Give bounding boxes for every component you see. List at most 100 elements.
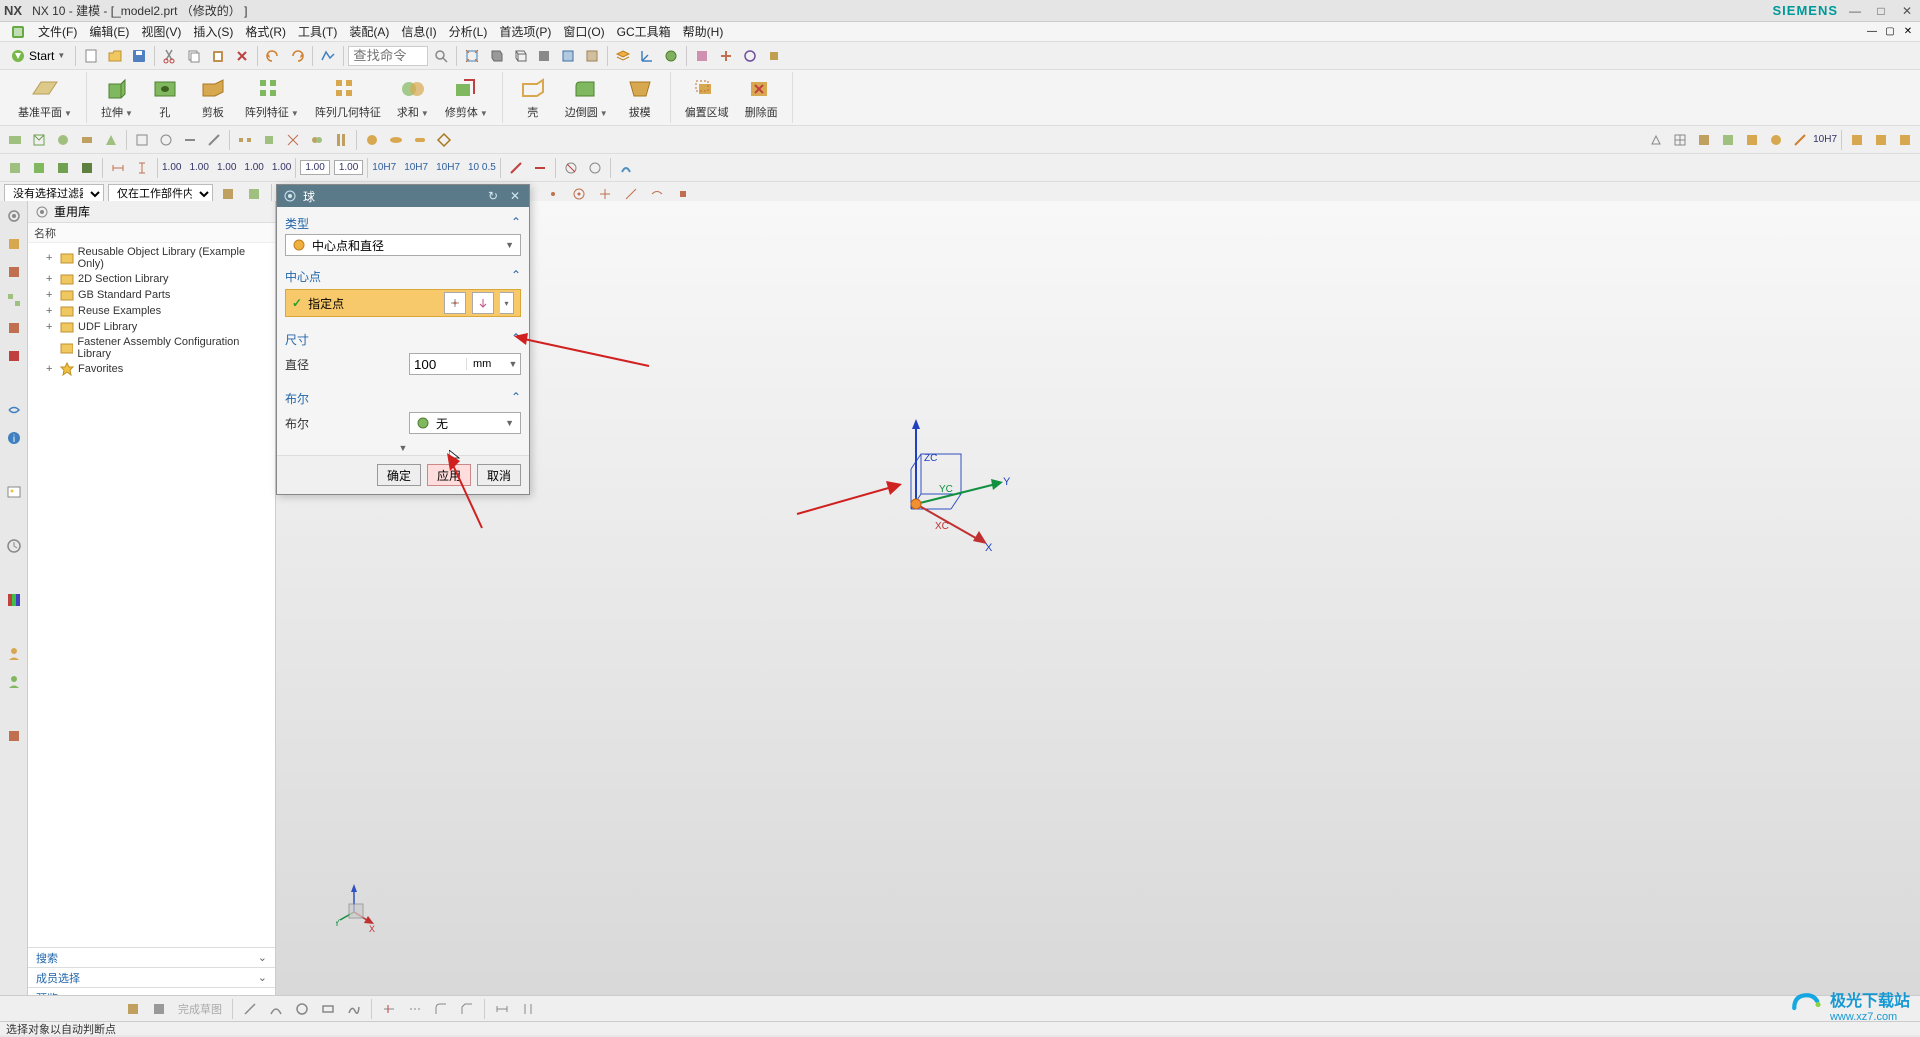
lt-last[interactable]: [3, 725, 25, 747]
point-dropdown-button[interactable]: ▾: [500, 292, 514, 314]
wcs-triad[interactable]: Z ZC Y YC X XC: [891, 419, 1011, 582]
delete-face-button[interactable]: 删除面: [737, 74, 786, 122]
menu-gc-toolkit[interactable]: GC工具箱: [611, 21, 677, 42]
st1-misc1[interactable]: [1717, 129, 1739, 151]
menu-preferences[interactable]: 首选项(P): [493, 21, 557, 42]
dialog-title-bar[interactable]: 球 ↻ ✕: [277, 185, 529, 207]
st2-m1[interactable]: [505, 157, 527, 179]
minimize-button[interactable]: —: [1846, 3, 1864, 19]
st1-b6[interactable]: [131, 129, 153, 151]
misc5-button[interactable]: [763, 45, 785, 67]
dialog-close-button[interactable]: ✕: [507, 188, 523, 204]
bt-const[interactable]: [517, 998, 539, 1020]
st1-misc3[interactable]: [1765, 129, 1787, 151]
dim-box1[interactable]: 1.00: [300, 160, 329, 175]
tree-reusable[interactable]: +Reusable Object Library (Example Only): [28, 245, 275, 271]
st2-m5[interactable]: [615, 157, 637, 179]
st1-b2[interactable]: [28, 129, 50, 151]
tree-favorites[interactable]: +Favorites: [28, 361, 275, 377]
st1-b12[interactable]: [282, 129, 304, 151]
menu-file[interactable]: 文件(F): [32, 21, 83, 42]
bt-b1[interactable]: [122, 998, 144, 1020]
layer-button[interactable]: [612, 45, 634, 67]
st2-m4[interactable]: [584, 157, 606, 179]
open-button[interactable]: [104, 45, 126, 67]
hole-button[interactable]: 孔: [141, 74, 189, 122]
diameter-input[interactable]: [410, 354, 466, 374]
menu-assembly[interactable]: 装配(A): [343, 21, 395, 42]
trim-body-button[interactable]: 修剪体▼: [437, 74, 496, 122]
st1-b16[interactable]: [385, 129, 407, 151]
menu-tools[interactable]: 工具(T): [292, 21, 343, 42]
search-go[interactable]: [430, 45, 452, 67]
misc4-button[interactable]: [739, 45, 761, 67]
wireframe-button[interactable]: [509, 45, 531, 67]
lt-color[interactable]: [3, 589, 25, 611]
point-picker-button[interactable]: [444, 292, 466, 314]
dim-box2[interactable]: 1.00: [334, 160, 363, 175]
st1-cal[interactable]: [1693, 129, 1715, 151]
bt-extend[interactable]: [404, 998, 426, 1020]
tree-fastener[interactable]: Fastener Assembly Configuration Library: [28, 335, 275, 361]
inferred-point-button[interactable]: [472, 292, 494, 314]
view1-button[interactable]: [557, 45, 579, 67]
st1-b7[interactable]: [155, 129, 177, 151]
dialog-reset-button[interactable]: ↻: [485, 188, 501, 204]
bt-fillet[interactable]: [430, 998, 452, 1020]
bt-line[interactable]: [239, 998, 261, 1020]
lt-part[interactable]: [3, 261, 25, 283]
bt-chamfer[interactable]: [456, 998, 478, 1020]
type-collapse[interactable]: ⌃: [511, 215, 521, 232]
st1-b9[interactable]: [203, 129, 225, 151]
save-button[interactable]: [128, 45, 150, 67]
tree-reuse-ex[interactable]: +Reuse Examples: [28, 303, 275, 319]
close-button[interactable]: ✕: [1898, 3, 1916, 19]
st1-misc2[interactable]: [1741, 129, 1763, 151]
st1-b18[interactable]: [433, 129, 455, 151]
center-collapse[interactable]: ⌃: [511, 268, 521, 285]
misc2-button[interactable]: [691, 45, 713, 67]
st2-b4[interactable]: [76, 157, 98, 179]
st1-b8[interactable]: [179, 129, 201, 151]
mdi-restore[interactable]: ▢: [1882, 25, 1898, 39]
st1-b15[interactable]: [361, 129, 383, 151]
st1-b5[interactable]: [100, 129, 122, 151]
ok-button[interactable]: 确定: [377, 464, 421, 486]
lt-history[interactable]: [3, 535, 25, 557]
shell-body-button[interactable]: 剪板: [189, 74, 237, 122]
lt-img[interactable]: [3, 481, 25, 503]
st1-misc4[interactable]: [1789, 129, 1811, 151]
sketch-button[interactable]: [317, 45, 339, 67]
render-button[interactable]: [533, 45, 555, 67]
redo-button[interactable]: [286, 45, 308, 67]
extrude-button[interactable]: 拉伸▼: [93, 74, 141, 122]
menu-format[interactable]: 格式(R): [239, 21, 292, 42]
edge-round-button[interactable]: 边倒圆▼: [557, 74, 616, 122]
undo-button[interactable]: [262, 45, 284, 67]
command-search[interactable]: [348, 46, 428, 66]
st2-dim1[interactable]: [107, 157, 129, 179]
bt-circle[interactable]: [291, 998, 313, 1020]
st2-dim2[interactable]: [131, 157, 153, 179]
misc1-button[interactable]: [660, 45, 682, 67]
pattern-geo-button[interactable]: 阵列几何特征: [307, 74, 389, 122]
delete-button[interactable]: [231, 45, 253, 67]
menu-view[interactable]: 视图(V): [135, 21, 187, 42]
lt-info[interactable]: i: [3, 427, 25, 449]
st1-b13[interactable]: [306, 129, 328, 151]
lt-web[interactable]: [3, 399, 25, 421]
cut-button[interactable]: [159, 45, 181, 67]
member-select-section[interactable]: 成员选择⌄: [28, 967, 275, 987]
st1-grid[interactable]: [1669, 129, 1691, 151]
st1-b17[interactable]: [409, 129, 431, 151]
st1-cube3[interactable]: [1894, 129, 1916, 151]
bool-collapse[interactable]: ⌃: [511, 390, 521, 407]
new-button[interactable]: [80, 45, 102, 67]
st1-b14[interactable]: [330, 129, 352, 151]
type-select[interactable]: 中心点和直径 ▼: [285, 234, 521, 256]
st1-b1[interactable]: [4, 129, 26, 151]
menu-window[interactable]: 窗口(O): [557, 21, 610, 42]
menu-info[interactable]: 信息(I): [395, 21, 442, 42]
graphics-viewport[interactable]: 球 ↻ ✕ 类型⌃ 中心点和直径 ▼ 中心点⌃ ✓ 指定点: [276, 201, 1920, 1007]
bt-rect[interactable]: [317, 998, 339, 1020]
